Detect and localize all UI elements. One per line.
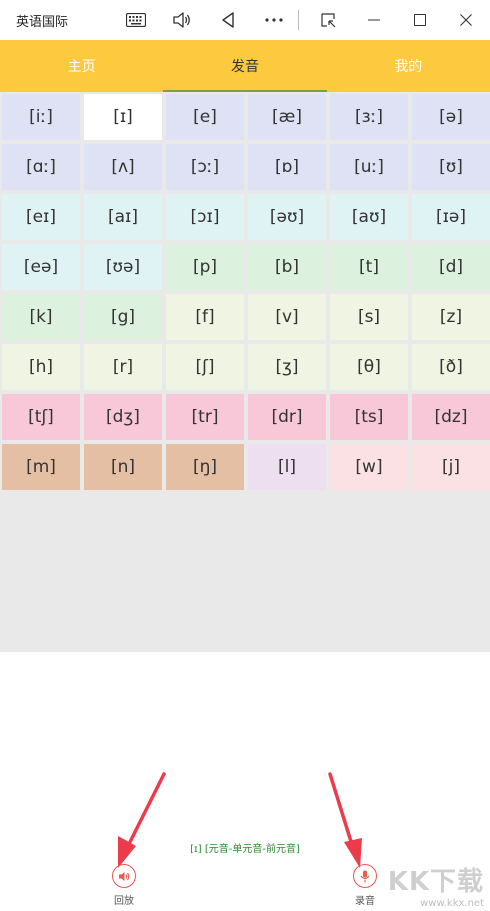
volume-icon[interactable] [162, 0, 202, 40]
phoneme-cell[interactable]: [ʊə] [84, 244, 162, 290]
phoneme-cell[interactable]: [ʃ] [166, 344, 244, 390]
speaker-icon [112, 864, 136, 888]
more-icon[interactable] [254, 0, 294, 40]
phoneme-cell[interactable]: [dz] [412, 394, 490, 440]
phoneme-cell[interactable]: [j] [412, 444, 490, 490]
phoneme-cell[interactable]: [l] [248, 444, 326, 490]
phoneme-cell[interactable]: [uː] [330, 144, 408, 190]
phoneme-cell[interactable]: [h] [2, 344, 80, 390]
title-bar-divider [298, 10, 299, 30]
title-bar: 英语国际 [0, 0, 490, 40]
record-label: 录音 [355, 896, 375, 907]
phoneme-cell[interactable]: [e] [166, 94, 244, 140]
phoneme-cell[interactable]: [ɑː] [2, 144, 80, 190]
phoneme-cell[interactable]: [ŋ] [166, 444, 244, 490]
phoneme-cell[interactable]: [z] [412, 294, 490, 340]
phoneme-cell[interactable]: [ʌ] [84, 144, 162, 190]
app-title: 英语国际 [16, 15, 69, 30]
phoneme-cell[interactable]: [dʒ] [84, 394, 162, 440]
phoneme-cell[interactable]: [dr] [248, 394, 326, 440]
phoneme-description: [ɪ] [元音-单元音-前元音] [190, 844, 300, 855]
minimize-icon[interactable] [354, 0, 394, 40]
phoneme-cell[interactable]: [ʊ] [412, 144, 490, 190]
tab-home[interactable]: 主页 [0, 40, 163, 92]
phoneme-cell[interactable]: [ɪə] [412, 194, 490, 240]
phoneme-cell[interactable]: [b] [248, 244, 326, 290]
phoneme-cell[interactable]: [ɪ] [84, 94, 162, 140]
phoneme-cell[interactable]: [iː] [2, 94, 80, 140]
phoneme-grid: [iː] [ɪ] [e] [æ] [ɜː] [ə] [ɑː] [ʌ] [ɔː] [ɒ] [uː] [ʊ… [2, 94, 490, 490]
phoneme-cell[interactable]: [ɔɪ] [166, 194, 244, 240]
phoneme-cell[interactable]: [tʃ] [2, 394, 80, 440]
phoneme-cell[interactable]: [k] [2, 294, 80, 340]
phoneme-cell[interactable]: [ts] [330, 394, 408, 440]
phoneme-cell[interactable]: [ɔː] [166, 144, 244, 190]
phoneme-cell[interactable]: [æ] [248, 94, 326, 140]
tab-mine[interactable]: 我的 [327, 40, 490, 92]
playback-button[interactable]: 回放 [99, 864, 149, 907]
phoneme-cell[interactable]: [ɜː] [330, 94, 408, 140]
watermark: KK下载 www.kkx.net [388, 861, 484, 909]
phoneme-cell[interactable]: [ð] [412, 344, 490, 390]
phoneme-cell[interactable]: [f] [166, 294, 244, 340]
phoneme-cell[interactable]: [ɒ] [248, 144, 326, 190]
watermark-url: www.kkx.net [420, 898, 484, 909]
phoneme-panel: [iː] [ɪ] [e] [æ] [ɜː] [ə] [ɑː] [ʌ] [ɔː] [ɒ] [uː] [ʊ… [0, 92, 490, 652]
watermark-brand: KK下载 [387, 867, 484, 897]
annotation-arrow-left [118, 772, 166, 868]
phoneme-cell[interactable]: [aɪ] [84, 194, 162, 240]
microphone-icon [353, 864, 377, 888]
phoneme-cell[interactable]: [θ] [330, 344, 408, 390]
tab-bar: 主页 发音 我的 [0, 40, 490, 92]
annotation-arrow-right [328, 772, 362, 868]
phoneme-cell[interactable]: [g] [84, 294, 162, 340]
phoneme-cell[interactable]: [t] [330, 244, 408, 290]
phoneme-cell[interactable]: [d] [412, 244, 490, 290]
bottom-panel: [ɪ] [元音-单元音-前元音] 回放 录音 KK下载 www.kkx.net [0, 652, 490, 911]
back-icon[interactable] [208, 0, 248, 40]
playback-label: 回放 [114, 896, 134, 907]
phoneme-cell[interactable]: [w] [330, 444, 408, 490]
keyboard-icon[interactable] [116, 0, 156, 40]
maximize-icon[interactable] [400, 0, 440, 40]
phoneme-cell[interactable]: [ə] [412, 94, 490, 140]
record-button[interactable]: 录音 [340, 864, 390, 907]
phoneme-cell[interactable]: [eə] [2, 244, 80, 290]
phoneme-cell[interactable]: [aʊ] [330, 194, 408, 240]
phoneme-cell[interactable]: [n] [84, 444, 162, 490]
phoneme-cell[interactable]: [tr] [166, 394, 244, 440]
phoneme-cell[interactable]: [m] [2, 444, 80, 490]
close-icon[interactable] [446, 0, 486, 40]
phoneme-cell[interactable]: [s] [330, 294, 408, 340]
phoneme-cell[interactable]: [əʊ] [248, 194, 326, 240]
compact-overlay-icon[interactable] [308, 0, 348, 40]
tab-pronunciation[interactable]: 发音 [163, 40, 327, 92]
phoneme-cell[interactable]: [p] [166, 244, 244, 290]
phoneme-cell[interactable]: [ʒ] [248, 344, 326, 390]
phoneme-cell[interactable]: [v] [248, 294, 326, 340]
phoneme-cell[interactable]: [r] [84, 344, 162, 390]
phoneme-cell[interactable]: [eɪ] [2, 194, 80, 240]
